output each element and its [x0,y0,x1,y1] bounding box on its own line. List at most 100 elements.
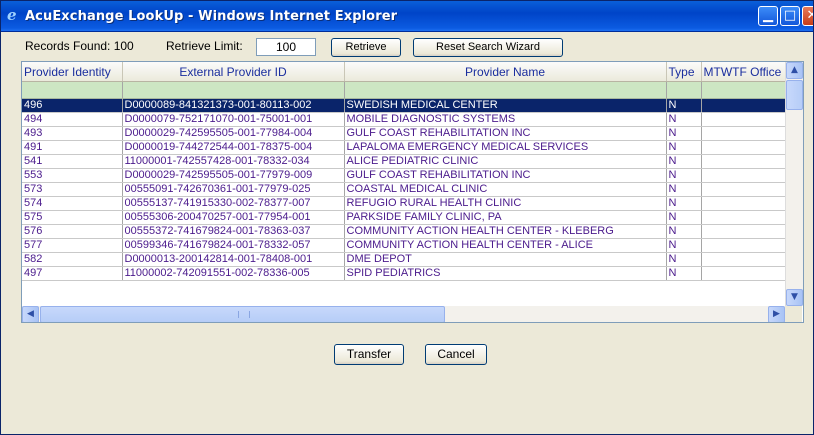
filter-cell-external-provider-id[interactable] [122,81,345,99]
horizontal-scroll-thumb[interactable] [40,306,445,322]
scroll-down-button[interactable]: ▼ [786,289,803,306]
lookup-window: e AcuExchange LookUp - Windows Internet … [0,0,814,435]
external-provider-id-cell: 00555306-200470257-001-77954-001 [122,210,345,225]
provider-identity-cell: 577 [22,238,123,253]
close-icon: ✕ [803,7,813,25]
scroll-right-button[interactable]: ▶ [768,306,785,322]
provider-grid: Provider Identity External Provider ID P… [21,61,804,323]
type-cell: N [666,266,702,281]
table-row[interactable]: 575 00555306-200470257-001-77954-001 PARKS… [22,210,802,225]
retrieve-limit-input[interactable] [256,38,316,56]
filter-cell-provider-name[interactable] [344,81,667,99]
minimize-button[interactable]: ▁ [758,6,778,26]
provider-identity-cell: 576 [22,224,123,239]
provider-table: Provider Identity External Provider ID P… [22,62,802,281]
maximize-button[interactable]: □ [780,6,800,26]
provider-name-cell: COMMUNITY ACTION HEALTH CENTER - ALICE [344,238,667,253]
type-cell: N [666,182,702,197]
provider-name-cell: COASTAL MEDICAL CLINIC [344,182,667,197]
column-header-type[interactable]: Type [666,62,702,82]
scroll-up-button[interactable]: ▲ [786,62,803,79]
external-provider-id-cell: 11000001-742557428-001-78332-034 [122,154,345,169]
vertical-scroll-thumb[interactable] [786,80,803,110]
search-toolbar: Records Found: 100 Retrieve Limit: [1,32,813,56]
column-header-provider-name[interactable]: Provider Name [344,62,667,82]
provider-identity-cell: 553 [22,168,123,183]
type-cell: N [666,238,702,253]
provider-name-cell: GULF COAST REHABILITATION INC [344,126,667,141]
type-cell: N [666,196,702,211]
external-provider-id-cell: 00599346-741679824-001-78332-057 [122,238,345,253]
cancel-button[interactable]: Cancel [425,344,487,365]
table-row[interactable]: 553 D0000029-742595505-001-77979-009 GULF … [22,168,802,183]
external-provider-id-cell: 00555372-741679824-001-78363-037 [122,224,345,239]
vertical-scrollbar[interactable]: ▲ ▼ [785,62,803,306]
provider-name-cell: REFUGIO RURAL HEALTH CLINIC [344,196,667,211]
external-provider-id-cell: D0000089-841321373-001-80113-002 [122,98,345,113]
provider-identity-cell: 491 [22,140,123,155]
provider-name-cell: ALICE PEDIATRIC CLINIC [344,154,667,169]
type-cell: N [666,154,702,169]
table-row[interactable]: 574 00555137-741915330-002-78377-007 REFUG… [22,196,802,211]
reset-search-wizard-button[interactable]: Reset Search Wizard [413,38,563,57]
table-row[interactable]: 582 D0000013-200142814-001-78408-001 DME D… [22,252,802,267]
external-provider-id-cell: D0000029-742595505-001-77984-004 [122,126,345,141]
provider-identity-cell: 493 [22,126,123,141]
provider-identity-cell: 541 [22,154,123,169]
grid-body: 496 D0000089-841321373-001-80113-002 SWEDI… [22,98,802,281]
provider-identity-cell: 573 [22,182,123,197]
table-row[interactable]: 496 D0000089-841321373-001-80113-002 SWEDI… [22,98,802,113]
scroll-grip-icon [238,311,250,318]
table-row[interactable]: 497 11000002-742091551-002-78336-005 SPID … [22,266,802,281]
external-provider-id-cell: D0000019-744272544-001-78375-004 [122,140,345,155]
transfer-button[interactable]: Transfer [334,344,404,365]
provider-identity-cell: 575 [22,210,123,225]
search-filter-row [22,81,802,99]
filter-cell-type[interactable] [666,81,702,99]
provider-identity-cell: 582 [22,252,123,267]
type-cell: N [666,224,702,239]
external-provider-id-cell: 00555091-742670361-001-77979-025 [122,182,345,197]
provider-name-cell: PARKSIDE FAMILY CLINIC, PA [344,210,667,225]
header-row: Provider Identity External Provider ID P… [22,62,802,82]
maximize-icon: □ [783,8,797,23]
external-provider-id-cell: D0000029-742595505-001-77979-009 [122,168,345,183]
provider-name-cell: LAPALOMA EMERGENCY MEDICAL SERVICES [344,140,667,155]
external-provider-id-cell: D0000079-752171070-001-75001-001 [122,112,345,127]
provider-identity-cell: 497 [22,266,123,281]
minimize-icon: ▁ [763,8,773,23]
type-cell: N [666,98,702,113]
retrieve-limit-label: Retrieve Limit: [166,39,243,53]
scrollbar-corner [785,306,802,322]
provider-name-cell: COMMUNITY ACTION HEALTH CENTER - KLEBERG [344,224,667,239]
ie-icon: e [7,6,17,24]
type-cell: N [666,210,702,225]
provider-identity-cell: 574 [22,196,123,211]
provider-identity-cell: 494 [22,112,123,127]
type-cell: N [666,252,702,267]
scroll-left-button[interactable]: ◀ [22,306,39,322]
column-header-external-provider-id[interactable]: External Provider ID [122,62,345,82]
table-row[interactable]: 573 00555091-742670361-001-77979-025 COAST… [22,182,802,197]
provider-identity-cell: 496 [22,98,123,113]
table-row[interactable]: 576 00555372-741679824-001-78363-037 COMMU… [22,224,802,239]
table-row[interactable]: 493 D0000029-742595505-001-77984-004 GULF … [22,126,802,141]
table-row[interactable]: 494 D0000079-752171070-001-75001-001 MOBIL… [22,112,802,127]
provider-name-cell: SPID PEDIATRICS [344,266,667,281]
external-provider-id-cell: 00555137-741915330-002-78377-007 [122,196,345,211]
provider-name-cell: SWEDISH MEDICAL CENTER [344,98,667,113]
filter-cell-provider-identity[interactable] [22,81,123,99]
title-bar[interactable]: e AcuExchange LookUp - Windows Internet … [1,1,813,32]
provider-name-cell: DME DEPOT [344,252,667,267]
column-header-provider-identity[interactable]: Provider Identity [22,62,123,82]
provider-name-cell: MOBILE DIAGNOSTIC SYSTEMS [344,112,667,127]
table-row[interactable]: 577 00599346-741679824-001-78332-057 COMMU… [22,238,802,253]
provider-name-cell: GULF COAST REHABILITATION INC [344,168,667,183]
close-button[interactable]: ✕ [802,6,813,26]
horizontal-scrollbar[interactable]: ◀ ▶ [22,306,802,322]
retrieve-button[interactable]: Retrieve [331,38,401,57]
external-provider-id-cell: 11000002-742091551-002-78336-005 [122,266,345,281]
table-row[interactable]: 491 D0000019-744272544-001-78375-004 LAPAL… [22,140,802,155]
type-cell: N [666,168,702,183]
table-row[interactable]: 541 11000001-742557428-001-78332-034 ALICE… [22,154,802,169]
